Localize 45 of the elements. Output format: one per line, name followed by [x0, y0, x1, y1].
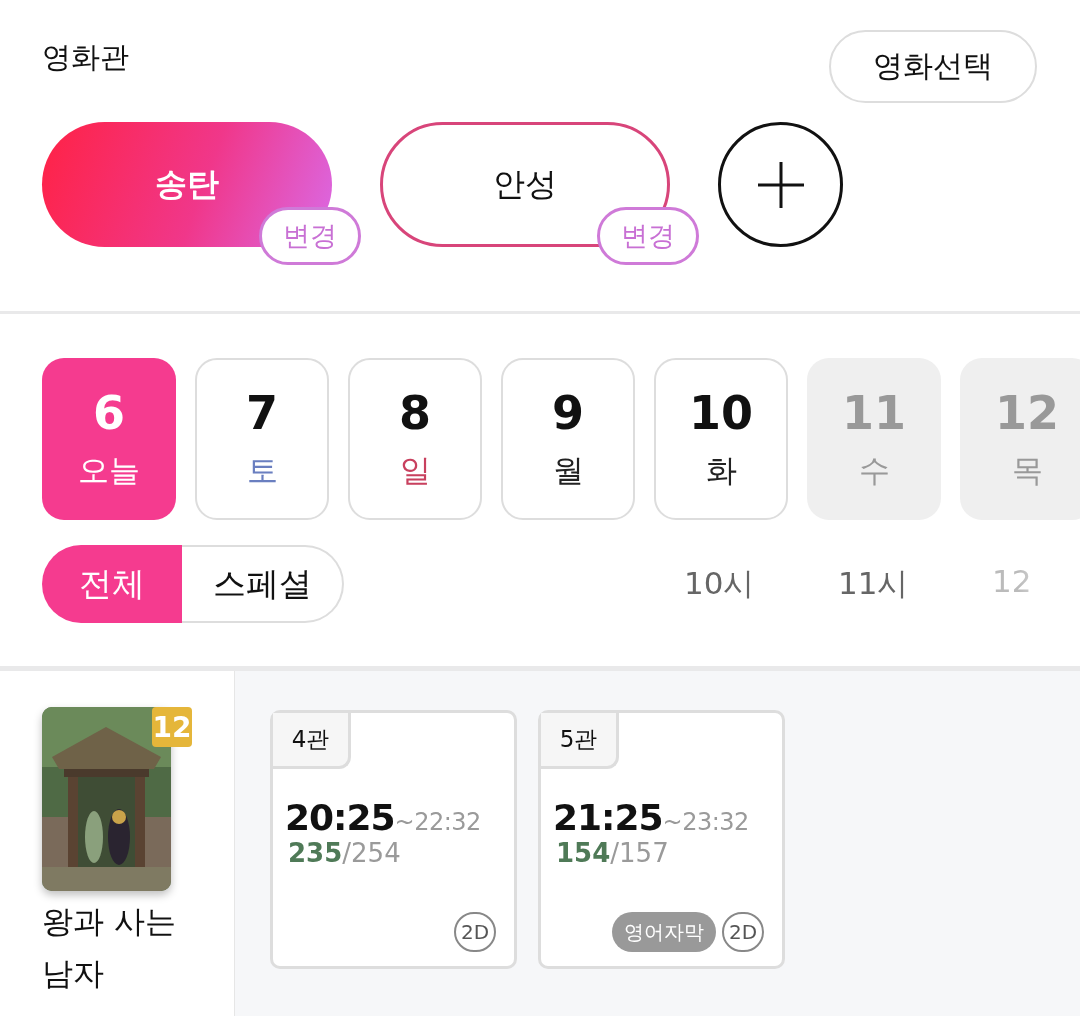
- showtime-card[interactable]: 5관 21:25~23:32 154/157 영어자막 2D: [538, 710, 785, 969]
- hall-label: 4관: [273, 713, 351, 769]
- date-button[interactable]: 9 월: [501, 358, 635, 520]
- start-time: 20:25: [285, 797, 395, 838]
- date-button[interactable]: 7 토: [195, 358, 329, 520]
- date-button[interactable]: 8 일: [348, 358, 482, 520]
- total-seats: /254: [342, 838, 401, 868]
- available-seats: 154: [556, 838, 611, 868]
- weekday-label: 월: [552, 451, 584, 490]
- select-movie-button[interactable]: 영화선택: [829, 30, 1037, 103]
- day-number: 8: [399, 386, 431, 440]
- weekday-label: 토: [246, 451, 278, 490]
- day-number: 12: [995, 386, 1059, 440]
- filter-tab[interactable]: 전체: [42, 545, 182, 623]
- showtime-card[interactable]: 4관 20:25~22:32 235/254 2D: [270, 710, 517, 969]
- format-tag: 2D: [454, 912, 496, 952]
- day-number: 11: [842, 386, 906, 440]
- subtitle-tag: 영어자막: [612, 912, 716, 952]
- change-button[interactable]: 변경: [259, 207, 361, 265]
- day-number: 7: [246, 386, 278, 440]
- hour-label[interactable]: 11시: [838, 563, 992, 605]
- age-rating-badge: 12: [152, 707, 192, 747]
- weekday-label: 수: [858, 451, 890, 490]
- weekday-label: 일: [399, 451, 431, 490]
- total-seats: /157: [610, 838, 669, 868]
- start-time: 21:25: [553, 797, 663, 838]
- section-title: 영화관: [42, 39, 129, 76]
- change-button[interactable]: 변경: [597, 207, 699, 265]
- day-number: 10: [689, 386, 753, 440]
- format-tag: 2D: [722, 912, 764, 952]
- weekday-label: 목: [1011, 451, 1043, 490]
- end-time: ~23:32: [662, 808, 749, 836]
- available-seats: 235: [288, 838, 343, 868]
- date-button[interactable]: 6 오늘: [42, 358, 176, 520]
- filter-tab[interactable]: 스페셜: [182, 545, 344, 623]
- hall-label: 5관: [541, 713, 619, 769]
- weekday-label: 화: [705, 451, 737, 490]
- movie-title: 왕과 사는 남자: [42, 902, 177, 993]
- weekday-label: 오늘: [78, 451, 140, 490]
- day-number: 9: [552, 386, 584, 440]
- date-button[interactable]: 10 화: [654, 358, 788, 520]
- hour-label[interactable]: 10시: [684, 563, 838, 605]
- end-time: ~22:32: [394, 808, 481, 836]
- day-number: 6: [93, 386, 125, 440]
- plus-icon: [757, 161, 804, 208]
